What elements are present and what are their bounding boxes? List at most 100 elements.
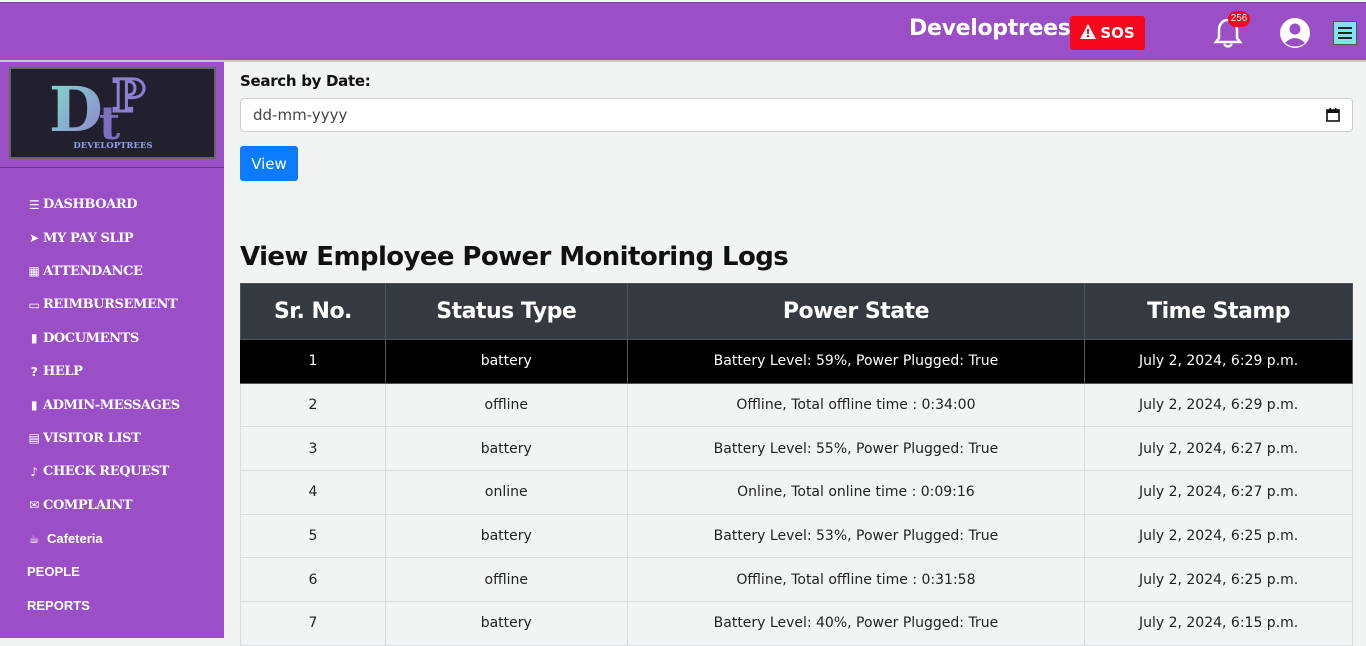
table-row[interactable]: 3 battery Battery Level: 55%, Power Plug… [240, 426, 1353, 472]
sr-no-cell: 1 [240, 339, 386, 384]
power-state-cell: Online, Total online time : 0:09:16 [626, 470, 1086, 515]
user-avatar-icon[interactable] [1278, 16, 1312, 50]
status-type-cell: battery [384, 513, 628, 559]
question-circle-icon: ? [30, 364, 38, 379]
sidebar-item-label: VISITOR LIST [43, 430, 141, 446]
table-row[interactable]: 1 battery Battery Level: 59%, Power Plug… [240, 339, 1353, 384]
top-navbar: Developtrees SOS 256 [0, 2, 1366, 62]
status-type-cell: battery [384, 426, 628, 472]
sos-label: SOS [1100, 24, 1135, 42]
warning-icon [1080, 23, 1097, 43]
sr-no-cell: 3 [240, 426, 386, 472]
calendar-icon[interactable] [1326, 108, 1340, 122]
time-stamp-cell: July 2, 2024, 6:15 p.m. [1084, 601, 1353, 646]
sidebar-item-documents[interactable]: ▮ DOCUMENTS [27, 322, 180, 355]
table-row[interactable]: 7 battery Battery Level: 40%, Power Plug… [240, 601, 1353, 646]
table-header-row: Sr. No. Status Type Power State Time Sta… [240, 283, 1353, 340]
list-alt-icon: ▤ [28, 431, 40, 446]
status-type-cell: online [384, 470, 628, 515]
search-date-label: Search by Date: [240, 72, 371, 90]
sidebar-item-label: ADMIN-MESSAGES [43, 397, 180, 413]
power-state-cell: Battery Level: 55%, Power Plugged: True [626, 426, 1086, 472]
column-header-power-state: Power State [626, 283, 1086, 340]
sidebar-item-admin-messages[interactable]: ▮ ADMIN-MESSAGES [27, 388, 180, 421]
status-type-cell: battery [384, 601, 628, 646]
sidebar-item-label: CHECK REQUEST [43, 464, 169, 480]
sr-no-cell: 7 [240, 601, 386, 646]
sidebar: D t P DEVELOPTREES ☰ DASHBOARD ➤ MY PAY SL… [0, 62, 224, 638]
date-input-placeholder: dd-mm-yyyy [253, 106, 348, 124]
hamburger-menu-button[interactable] [1333, 21, 1357, 45]
logo-text: DEVELOPTREES [73, 141, 152, 151]
svg-text:P: P [112, 71, 145, 122]
sidebar-item-cafeteria[interactable]: ☕ Cafeteria [27, 522, 180, 555]
sr-no-cell: 4 [240, 470, 386, 515]
date-input[interactable]: dd-mm-yyyy [240, 98, 1353, 132]
sidebar-item-label: DOCUMENTS [43, 330, 139, 346]
time-stamp-cell: July 2, 2024, 6:25 p.m. [1084, 557, 1353, 603]
status-type-cell: battery [384, 339, 628, 384]
file-icon: ▮ [30, 331, 38, 346]
table-row[interactable]: 6 offline Offline, Total offline time : … [240, 557, 1353, 603]
divider [0, 167, 224, 168]
power-state-cell: Battery Level: 59%, Power Plugged: True [626, 339, 1086, 384]
table-row[interactable]: 4 online Online, Total online time : 0:0… [240, 470, 1353, 515]
sr-no-cell: 2 [240, 382, 386, 428]
table-row[interactable]: 5 battery Battery Level: 53%, Power Plug… [240, 513, 1353, 559]
sidebar-nav: ☰ DASHBOARD ➤ MY PAY SLIP ▦ ATTENDANCE ▭ REI… [27, 188, 180, 622]
sidebar-item-label: DASHBOARD [43, 197, 138, 213]
svg-text:D: D [49, 73, 103, 146]
column-header-sr-no: Sr. No. [240, 283, 386, 340]
brand-name[interactable]: Developtrees [909, 16, 1071, 41]
time-stamp-cell: July 2, 2024, 6:29 p.m. [1084, 382, 1353, 428]
table-row[interactable]: 2 offline Offline, Total offline time : … [240, 382, 1353, 428]
calendar-icon: ▦ [28, 264, 40, 279]
sidebar-item-label: REPORTS [27, 597, 90, 613]
sidebar-item-label: COMPLAINT [43, 497, 133, 513]
time-stamp-cell: July 2, 2024, 6:27 p.m. [1084, 426, 1353, 472]
sidebar-item-attendance[interactable]: ▦ ATTENDANCE [27, 255, 180, 288]
sidebar-item-label: REIMBURSEMENT [43, 297, 178, 313]
sidebar-item-help[interactable]: ? HELP [27, 355, 180, 388]
file-icon: ▮ [30, 398, 38, 413]
credit-card-icon: ▭ [28, 297, 40, 312]
sidebar-item-label: HELP [43, 364, 83, 380]
sr-no-cell: 6 [240, 557, 386, 603]
sidebar-item-check-request[interactable]: ♪ CHECK REQUEST [27, 455, 180, 488]
sidebar-item-reports[interactable]: REPORTS [27, 589, 180, 622]
sidebar-item-people[interactable]: PEOPLE [27, 555, 180, 588]
sr-no-cell: 5 [240, 513, 386, 559]
power-state-cell: Offline, Total offline time : 0:34:00 [626, 382, 1086, 428]
sidebar-item-label: MY PAY SLIP [43, 230, 134, 246]
paper-plane-icon: ➤ [29, 231, 39, 246]
status-type-cell: offline [384, 557, 628, 603]
view-button[interactable]: View [240, 146, 298, 181]
list-icon: ☰ [28, 197, 40, 212]
sidebar-item-visitor-list[interactable]: ▤ VISITOR LIST [27, 422, 180, 455]
time-stamp-cell: July 2, 2024, 6:27 p.m. [1084, 470, 1353, 515]
envelope-icon: ✉ [29, 498, 39, 513]
coffee-icon: ☕ [28, 531, 40, 546]
page-title: View Employee Power Monitoring Logs [240, 242, 789, 272]
sidebar-item-dashboard[interactable]: ☰ DASHBOARD [27, 188, 180, 221]
status-type-cell: offline [384, 382, 628, 428]
column-header-status-type: Status Type [384, 283, 628, 340]
sidebar-item-reimbursement[interactable]: ▭ REIMBURSEMENT [27, 288, 180, 321]
time-stamp-cell: July 2, 2024, 6:29 p.m. [1084, 339, 1353, 384]
sidebar-item-label: ATTENDANCE [43, 263, 143, 279]
power-state-cell: Battery Level: 40%, Power Plugged: True [626, 601, 1086, 646]
time-stamp-cell: July 2, 2024, 6:25 p.m. [1084, 513, 1353, 559]
power-logs-table: Sr. No. Status Type Power State Time Sta… [240, 283, 1353, 646]
power-state-cell: Offline, Total offline time : 0:31:58 [626, 557, 1086, 603]
company-logo[interactable]: D t P DEVELOPTREES [9, 67, 216, 159]
sos-button[interactable]: SOS [1070, 16, 1145, 50]
column-header-time-stamp: Time Stamp [1084, 283, 1353, 340]
sidebar-item-complaint[interactable]: ✉ COMPLAINT [27, 489, 180, 522]
power-state-cell: Battery Level: 53%, Power Plugged: True [626, 513, 1086, 559]
notification-count-badge: 256 [1228, 11, 1250, 27]
main-content: Search by Date: dd-mm-yyyy View View Emp… [224, 62, 1366, 646]
sidebar-item-label: Cafeteria [47, 531, 103, 547]
bell-icon: ♪ [30, 464, 38, 479]
sidebar-item-label: PEOPLE [27, 564, 80, 580]
sidebar-item-my-pay-slip[interactable]: ➤ MY PAY SLIP [27, 221, 180, 254]
